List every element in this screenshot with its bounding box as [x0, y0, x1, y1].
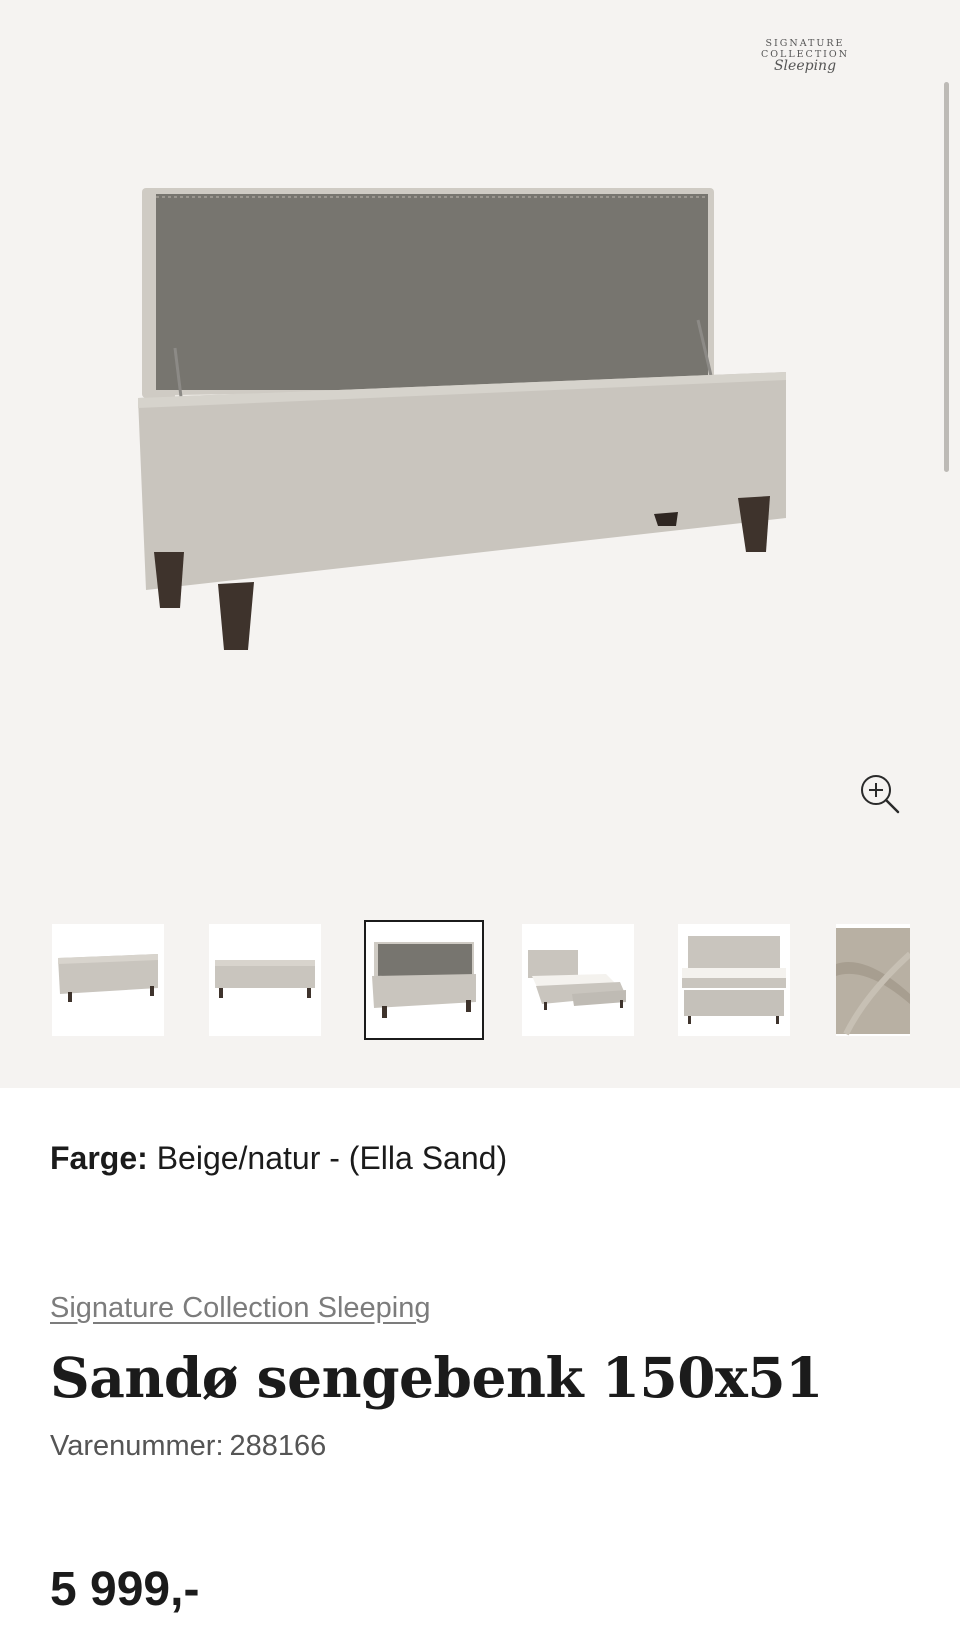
thumbnail-bench-closed-angle[interactable] — [52, 924, 164, 1036]
bench-lid-inner — [156, 194, 708, 390]
thumbnail-fabric-swatch[interactable] — [836, 924, 910, 1036]
sku-value: 288166 — [229, 1430, 327, 1462]
bench-leg — [154, 552, 184, 608]
brand-logo-line1: SIGNATURE COLLECTION — [760, 38, 850, 60]
bench-leg — [738, 496, 770, 552]
brand-logo: SIGNATURE COLLECTION Sleeping — [720, 38, 890, 74]
bench-leg — [218, 582, 254, 650]
zoom-button[interactable] — [856, 770, 904, 818]
sku-label: Varenummer: — [50, 1430, 224, 1462]
product-gallery: SIGNATURE COLLECTION Sleeping — [0, 0, 960, 1088]
color-selection: Farge: Beige/natur - (Ella Sand) — [50, 1140, 507, 1177]
thumbnail-bench-closed-front[interactable] — [209, 924, 321, 1036]
thumbnail-strip — [50, 920, 960, 1040]
sku-line: Varenummer: 288166 — [50, 1430, 326, 1463]
bench-body — [138, 372, 786, 590]
thumbnail-bed-with-bench-angle[interactable] — [522, 924, 634, 1036]
product-title: Sandø sengebenk 150x51 — [50, 1345, 823, 1410]
gallery-scrollbar[interactable] — [944, 82, 949, 472]
brand-logo-line2: Sleeping — [773, 58, 837, 74]
color-label: Farge: — [50, 1140, 148, 1176]
brand-link[interactable]: Signature Collection Sleeping — [50, 1292, 430, 1325]
thumbnail-bench-open[interactable] — [364, 920, 484, 1040]
main-product-image[interactable] — [120, 180, 840, 680]
product-price: 5 999,- — [50, 1563, 200, 1616]
zoom-in-icon — [861, 775, 900, 814]
color-value: Beige/natur - (Ella Sand) — [156, 1140, 508, 1176]
thumbnail-bed-with-bench-front[interactable] — [678, 924, 790, 1036]
bench-leg — [654, 512, 678, 526]
